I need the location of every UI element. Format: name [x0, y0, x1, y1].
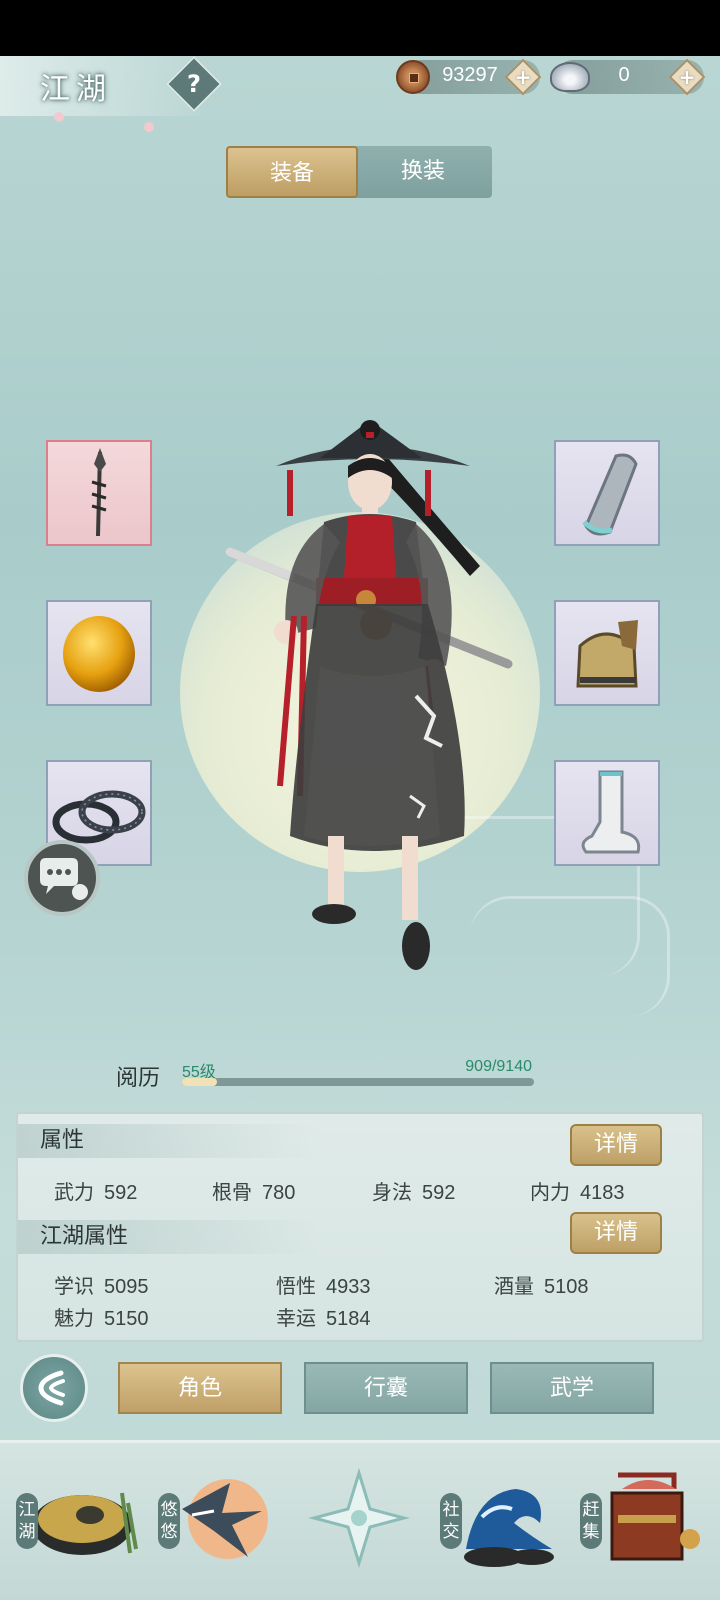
copper-value: 93297: [442, 64, 498, 86]
back-button[interactable]: [20, 1354, 88, 1422]
nav-label: 悠悠: [158, 1493, 180, 1549]
attributes-title: 属性: [18, 1124, 318, 1158]
nav-label: 社交: [440, 1493, 462, 1549]
spear-icon: [91, 448, 107, 537]
stat-item: 根骨 780: [212, 1180, 296, 1204]
nav-label: 赶集: [580, 1493, 602, 1549]
nav-jianghu[interactable]: 江湖: [10, 1453, 140, 1583]
blossom-icon: [54, 112, 64, 122]
stat-item: 幸运 5184: [276, 1306, 371, 1330]
jianghu-attributes-title: 江湖属性: [18, 1220, 318, 1254]
armor-icon: [576, 620, 638, 688]
stat-item: 魅力 5150: [54, 1306, 149, 1330]
stat-item: 悟性 4933: [276, 1274, 371, 1298]
silver-ingot-icon: [550, 62, 590, 92]
silver-currency: 0 +: [550, 58, 706, 96]
add-silver-button[interactable]: +: [668, 58, 706, 96]
stat-item: 内力 4183: [530, 1180, 625, 1204]
boot-icon: [581, 770, 641, 854]
experience-bar-fill: [182, 1078, 217, 1086]
nav-youyou[interactable]: 悠悠: [152, 1453, 282, 1583]
plus-icon: +: [678, 65, 696, 89]
nav-label: 江湖: [16, 1493, 38, 1549]
bottom-nav: 江湖 悠悠 社交 赶集: [0, 1440, 720, 1600]
equip-tabs: 换装 装备: [226, 146, 492, 198]
gem-slot[interactable]: [46, 600, 152, 706]
amber-gem-icon: [63, 616, 135, 692]
silver-value: 0: [618, 64, 630, 86]
bracer-icon: [582, 453, 638, 536]
stat-item: 学识 5095: [54, 1274, 149, 1298]
experience-label: 阅历: [116, 1066, 161, 1091]
armor-slot[interactable]: [554, 600, 660, 706]
jianghu-detail-button[interactable]: 详情: [570, 1212, 662, 1254]
character-portrait[interactable]: [220, 366, 520, 986]
experience-bar: [182, 1078, 534, 1086]
nav-center[interactable]: [294, 1453, 424, 1583]
screen: 江湖 ? 93297 + 0 + 换装 装备 阅历 55级 909/9140 属…: [0, 56, 720, 1600]
compass-star-icon: [308, 1467, 410, 1569]
chat-button[interactable]: [24, 840, 100, 916]
plus-icon: +: [514, 65, 532, 89]
blossom-icon: [144, 122, 154, 132]
top-bar: 江湖 ? 93297 + 0 +: [0, 56, 720, 132]
nav-social[interactable]: 社交: [436, 1453, 566, 1583]
bracer-slot[interactable]: [554, 440, 660, 546]
tab-inventory[interactable]: 行囊: [304, 1362, 468, 1414]
experience-progress-text: 909/9140: [465, 1058, 532, 1075]
chat-bubble-icon: [40, 858, 88, 900]
stat-item: 身法 592: [372, 1180, 456, 1204]
tab-outfit[interactable]: 换装: [354, 146, 492, 198]
tab-character[interactable]: 角色: [118, 1362, 282, 1414]
stat-item: 酒量 5108: [494, 1274, 589, 1298]
tab-equipment[interactable]: 装备: [226, 146, 358, 198]
tab-martial-arts[interactable]: 武学: [490, 1362, 654, 1414]
back-arrow-icon: [38, 1370, 65, 1406]
page-title: 江湖: [40, 72, 112, 107]
stat-item: 武力 592: [54, 1180, 138, 1204]
weapon-slot[interactable]: [46, 440, 152, 546]
copper-currency: 93297 +: [396, 58, 542, 96]
nav-market[interactable]: 赶集: [578, 1453, 708, 1583]
copper-coin-icon: [396, 60, 430, 94]
boots-slot[interactable]: [554, 760, 660, 866]
attributes-detail-button[interactable]: 详情: [570, 1124, 662, 1166]
add-copper-button[interactable]: +: [504, 58, 542, 96]
question-icon: ?: [187, 70, 201, 98]
attribute-panel: 属性 详情 武力 592 根骨 780 身法 592 内力 4183 江湖属性 详情 学…: [16, 1112, 704, 1342]
